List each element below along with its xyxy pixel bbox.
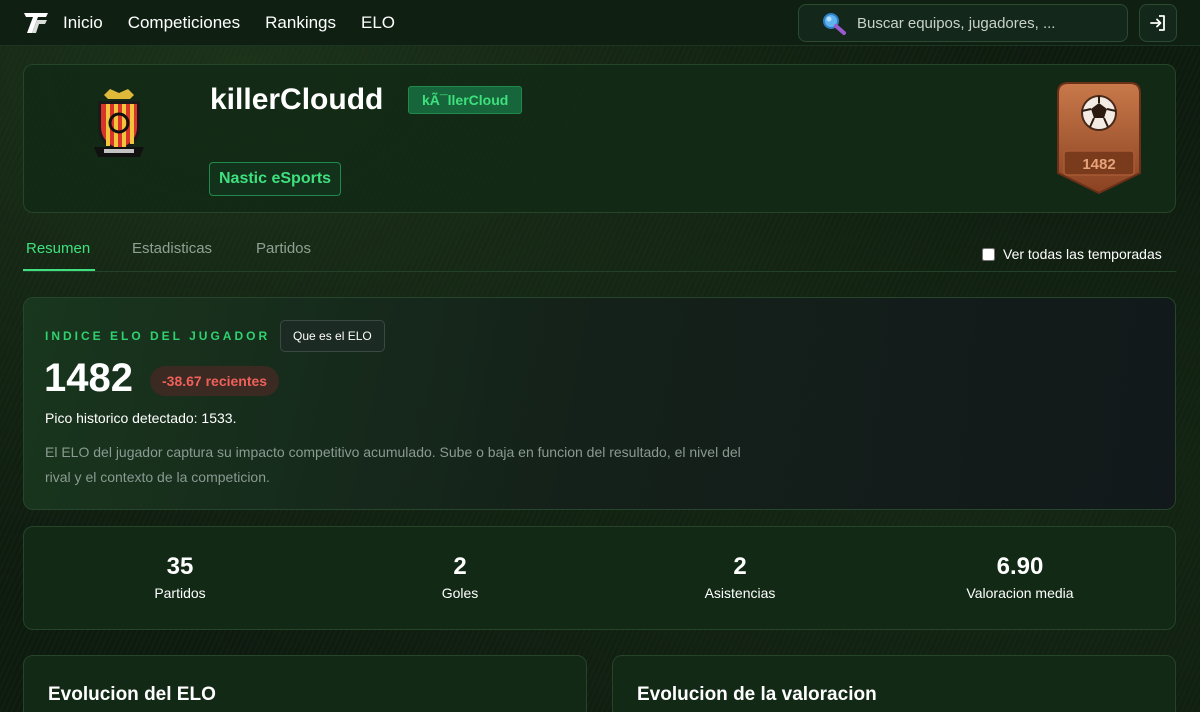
season-checkbox[interactable]: [982, 247, 995, 261]
rating-evolution-card: Evolucion de la valoracion: [612, 655, 1176, 712]
elo-value: 1482: [44, 356, 133, 400]
player-alias-badge: kÃ¯llerCloud: [408, 86, 523, 114]
elo-peak: Pico historico detectado: 1533.: [45, 410, 237, 426]
stat-valoracion: 6.90 Valoracion media: [920, 553, 1120, 601]
brand-logo-icon[interactable]: [22, 10, 50, 36]
elo-card: INDICE ELO DEL JUGADOR Que es el ELO 148…: [23, 297, 1176, 510]
season-toggle-label: Ver todas las temporadas: [1003, 246, 1162, 262]
search-icon: [823, 13, 846, 35]
elo-help-button[interactable]: Que es el ELO: [280, 320, 385, 352]
profile-tabs: Resumen Estadisticas Partidos Ver todas …: [23, 236, 1176, 272]
player-name: killerCloudd: [210, 83, 384, 116]
stat-asistencias: 2 Asistencias: [640, 553, 840, 601]
rating-evolution-title: Evolucion de la valoracion: [637, 684, 877, 705]
elo-evolution-title: Evolucion del ELO: [48, 684, 216, 705]
search-input[interactable]: [857, 5, 1119, 41]
elo-medal-value: 1482: [1082, 156, 1115, 173]
team-badge[interactable]: Nastic eSports: [209, 162, 342, 196]
nav-elo[interactable]: ELO: [361, 13, 395, 33]
main-nav: Inicio Competiciones Rankings ELO: [63, 0, 395, 46]
stat-label: Asistencias: [704, 585, 776, 601]
elo-description: El ELO del jugador captura su impacto co…: [45, 444, 741, 485]
stat-value: 2: [453, 553, 467, 580]
login-button[interactable]: [1139, 4, 1177, 42]
stat-label: Valoracion media: [966, 585, 1074, 601]
stat-label: Partidos: [154, 585, 206, 601]
elo-kicker: INDICE ELO DEL JUGADOR: [45, 329, 271, 343]
elo-medal-icon: 1482: [1057, 82, 1141, 195]
elo-evolution-card: Evolucion del ELO: [23, 655, 587, 712]
stat-label: Goles: [441, 585, 479, 601]
stats-summary: 35 Partidos 2 Goles 2 Asistencias 6.90 V…: [23, 526, 1176, 630]
stat-value: 2: [733, 553, 747, 580]
active-tab-indicator: [23, 269, 95, 271]
team-crest-icon: [94, 89, 144, 157]
nav-rankings[interactable]: Rankings: [265, 13, 336, 33]
tab-resumen[interactable]: Resumen: [26, 240, 90, 257]
stat-partidos: 35 Partidos: [80, 553, 280, 601]
season-toggle[interactable]: Ver todas las temporadas: [982, 246, 1162, 262]
stat-value: 35: [166, 553, 194, 580]
tab-partidos[interactable]: Partidos: [256, 240, 311, 257]
nav-competiciones[interactable]: Competiciones: [128, 13, 240, 33]
search-box: [798, 4, 1128, 42]
stat-goles: 2 Goles: [360, 553, 560, 601]
top-navigation: Inicio Competiciones Rankings ELO: [0, 0, 1200, 46]
stat-value: 6.90: [996, 553, 1044, 580]
elo-delta-badge: -38.67 recientes: [150, 366, 280, 396]
tab-estadisticas[interactable]: Estadisticas: [132, 240, 212, 257]
player-profile-card: killerCloudd kÃ¯llerCloud Nastic eSports…: [23, 64, 1176, 213]
nav-inicio[interactable]: Inicio: [63, 13, 103, 33]
login-icon: [1150, 15, 1165, 31]
